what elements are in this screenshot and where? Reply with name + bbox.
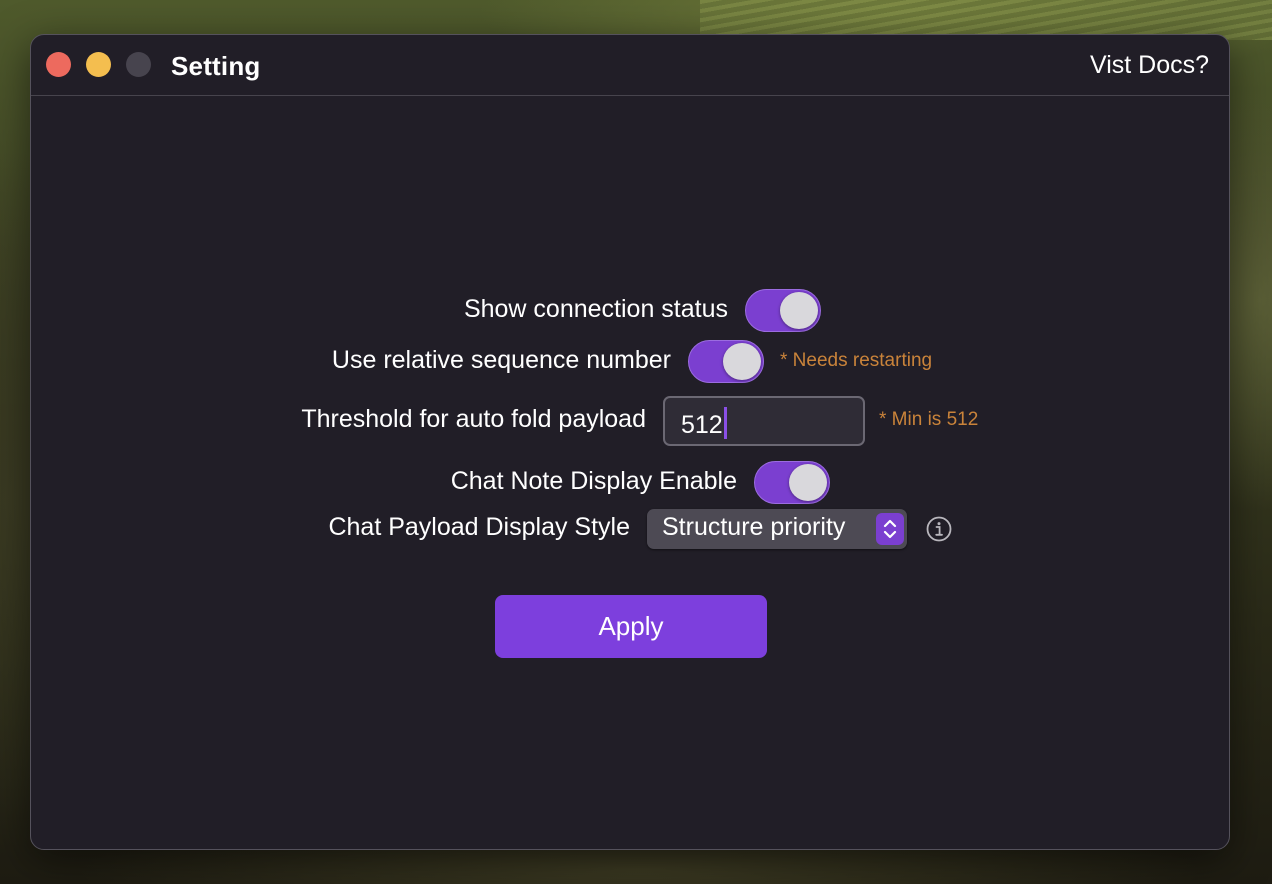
- selected-option: Structure priority: [662, 513, 846, 541]
- toggle-knob: [780, 292, 818, 329]
- toggle-knob: [789, 464, 827, 501]
- chat-payload-style-select[interactable]: Structure priority: [647, 509, 907, 549]
- zoom-window-button[interactable]: [126, 52, 151, 77]
- relative-sequence-label: Use relative sequence number: [331, 346, 671, 374]
- toggle-knob: [723, 343, 761, 380]
- window-title: Setting: [171, 51, 261, 81]
- fold-threshold-label: Threshold for auto fold payload: [301, 405, 646, 433]
- chat-payload-style-label: Chat Payload Display Style: [328, 513, 630, 541]
- visit-docs-link[interactable]: Vist Docs?: [1090, 51, 1209, 80]
- restart-note: * Needs restarting: [780, 350, 933, 371]
- show-connection-status-toggle[interactable]: [745, 289, 821, 332]
- chevron-updown-icon: [876, 513, 904, 545]
- chat-note-display-label: Chat Note Display Enable: [450, 467, 737, 495]
- info-icon[interactable]: [925, 515, 953, 543]
- minimize-window-button[interactable]: [86, 52, 111, 77]
- apply-button[interactable]: Apply: [495, 595, 767, 658]
- min-value-note: * Min is 512: [879, 409, 979, 430]
- fold-threshold-input[interactable]: 512: [663, 396, 865, 446]
- settings-window: Setting Vist Docs? Show connection statu…: [30, 34, 1230, 850]
- text-caret: [723, 407, 727, 439]
- show-connection-status-label: Show connection status: [463, 295, 728, 323]
- fold-threshold-value: 512: [681, 411, 723, 439]
- close-window-button[interactable]: [46, 52, 71, 77]
- chat-note-display-toggle[interactable]: [754, 461, 830, 504]
- title-bar: Setting Vist Docs?: [31, 35, 1229, 96]
- relative-sequence-toggle[interactable]: [688, 340, 764, 383]
